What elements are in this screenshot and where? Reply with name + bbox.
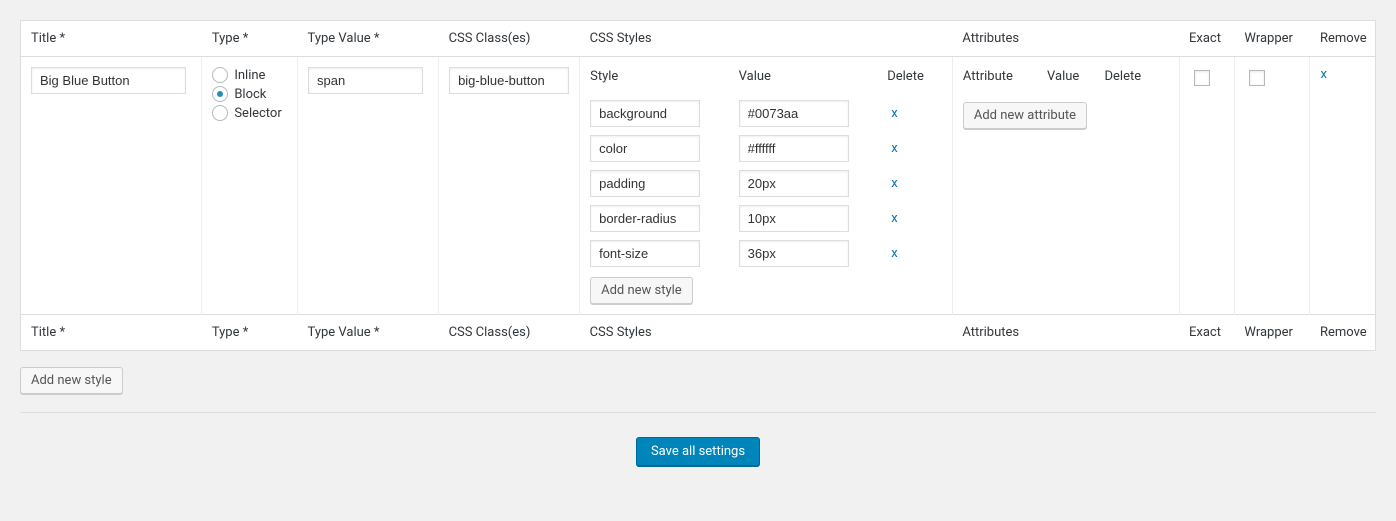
footer-wrapper: Wrapper: [1234, 315, 1310, 351]
type-selector-label[interactable]: Selector: [212, 105, 287, 121]
style-value-input[interactable]: [739, 240, 849, 267]
type-selector-text: Selector: [234, 106, 281, 121]
style-name-input[interactable]: [590, 100, 700, 127]
header-title: Title *: [21, 21, 202, 57]
separator: [20, 412, 1376, 413]
style-value-input[interactable]: [739, 170, 849, 197]
css-styles-inner-table: Style Value Delete x: [590, 67, 942, 271]
type-value-input[interactable]: [308, 67, 423, 94]
attrs-header-attribute: Attribute: [963, 67, 1047, 96]
title-input[interactable]: [31, 67, 186, 94]
type-radio-group: Inline Block Selector: [212, 67, 287, 121]
add-new-style-button[interactable]: Add new style: [20, 367, 123, 394]
css-class-input[interactable]: [449, 67, 569, 94]
style-subrow: x: [590, 166, 942, 201]
header-type-value: Type Value *: [298, 21, 439, 57]
type-inline-text: Inline: [234, 68, 265, 83]
save-all-settings-button[interactable]: Save all settings: [636, 437, 760, 466]
type-block-radio[interactable]: [212, 86, 228, 102]
header-exact: Exact: [1179, 21, 1234, 57]
header-wrapper: Wrapper: [1234, 21, 1310, 57]
footer-title: Title *: [21, 315, 202, 351]
header-css-styles: CSS Styles: [580, 21, 953, 57]
header-attributes: Attributes: [952, 21, 1179, 57]
wrapper-checkbox[interactable]: [1249, 70, 1265, 86]
footer-remove: Remove: [1310, 315, 1376, 351]
styles-header-style: Style: [590, 67, 739, 96]
styles-header-delete: Delete: [887, 67, 942, 96]
footer-type-value: Type Value *: [298, 315, 439, 351]
header-type: Type *: [202, 21, 298, 57]
styles-header-value: Value: [739, 67, 888, 96]
type-inline-radio[interactable]: [212, 67, 228, 83]
style-name-input[interactable]: [590, 135, 700, 162]
attributes-inner-table: Attribute Value Delete: [963, 67, 1169, 96]
footer-css-styles: CSS Styles: [580, 315, 953, 351]
header-remove: Remove: [1310, 21, 1376, 57]
style-delete-button[interactable]: x: [887, 242, 901, 265]
style-name-input[interactable]: [590, 205, 700, 232]
styles-table: Title * Type * Type Value * CSS Class(es…: [20, 20, 1376, 351]
style-subrow: x: [590, 236, 942, 271]
remove-row-button[interactable]: x: [1320, 67, 1326, 82]
type-block-label[interactable]: Block: [212, 86, 287, 102]
footer-type: Type *: [202, 315, 298, 351]
add-new-attribute-button[interactable]: Add new attribute: [963, 102, 1087, 129]
style-subrow: x: [590, 201, 942, 236]
type-selector-radio[interactable]: [212, 105, 228, 121]
style-delete-button[interactable]: x: [887, 172, 901, 195]
footer-attributes: Attributes: [952, 315, 1179, 351]
exact-checkbox[interactable]: [1194, 70, 1210, 86]
type-inline-label[interactable]: Inline: [212, 67, 287, 83]
style-value-input[interactable]: [739, 205, 849, 232]
header-css-classes: CSS Class(es): [439, 21, 580, 57]
add-new-style-inner-button[interactable]: Add new style: [590, 277, 693, 304]
style-value-input[interactable]: [739, 135, 849, 162]
style-name-input[interactable]: [590, 170, 700, 197]
style-delete-button[interactable]: x: [887, 102, 901, 125]
footer-css-classes: CSS Class(es): [439, 315, 580, 351]
style-subrow: x: [590, 131, 942, 166]
style-subrow: x: [590, 96, 942, 131]
attrs-header-delete: Delete: [1104, 67, 1168, 96]
style-row: Inline Block Selector: [21, 57, 1376, 315]
type-block-text: Block: [234, 87, 266, 102]
attrs-header-value: Value: [1047, 67, 1104, 96]
style-delete-button[interactable]: x: [887, 207, 901, 230]
style-delete-button[interactable]: x: [887, 137, 901, 160]
style-value-input[interactable]: [739, 100, 849, 127]
footer-exact: Exact: [1179, 315, 1234, 351]
style-name-input[interactable]: [590, 240, 700, 267]
